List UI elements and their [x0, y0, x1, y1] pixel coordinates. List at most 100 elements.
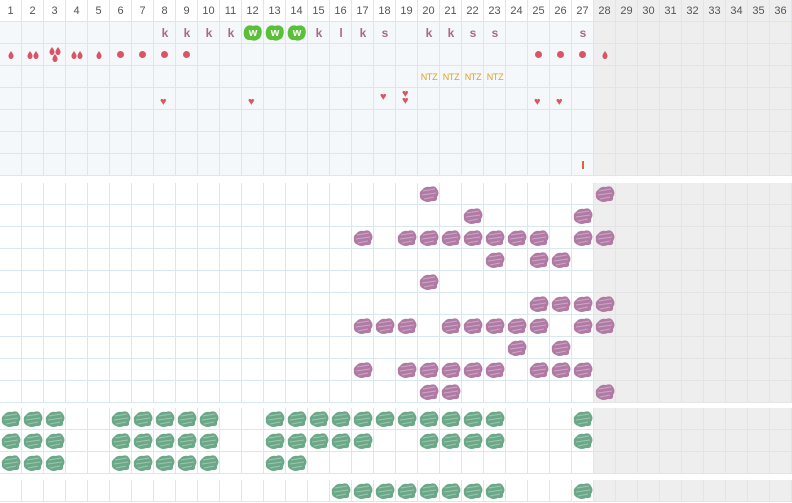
- grid-cell[interactable]: [770, 110, 792, 132]
- grid-cell[interactable]: [330, 88, 352, 110]
- grid-cell[interactable]: [352, 337, 374, 359]
- grid-cell[interactable]: [154, 359, 176, 381]
- grid-cell[interactable]: [176, 183, 198, 205]
- grid-cell[interactable]: [704, 88, 726, 110]
- grid-cell[interactable]: [572, 66, 594, 88]
- grid-cell[interactable]: [484, 110, 506, 132]
- grid-cell[interactable]: [704, 480, 726, 502]
- grid-cell[interactable]: [418, 337, 440, 359]
- grid-cell[interactable]: [638, 480, 660, 502]
- grid-cell[interactable]: [616, 183, 638, 205]
- grid-cell[interactable]: [44, 88, 66, 110]
- grid-cell[interactable]: [396, 293, 418, 315]
- scribble-mark-icon[interactable]: [595, 383, 615, 401]
- grid-cell[interactable]: [44, 66, 66, 88]
- grid-cell[interactable]: [374, 110, 396, 132]
- ntz-label[interactable]: NTZ: [418, 66, 440, 88]
- grid-cell[interactable]: [396, 66, 418, 88]
- grid-cell[interactable]: [330, 66, 352, 88]
- grid-cell[interactable]: [242, 381, 264, 403]
- grid-cell[interactable]: [484, 44, 506, 66]
- grid-cell[interactable]: [22, 293, 44, 315]
- grid-cell[interactable]: [748, 22, 770, 44]
- grid-cell[interactable]: [132, 88, 154, 110]
- grid-cell[interactable]: [374, 359, 396, 381]
- grid-cell[interactable]: [638, 249, 660, 271]
- grid-cell[interactable]: [594, 88, 616, 110]
- grid-cell[interactable]: [154, 205, 176, 227]
- grid-cell[interactable]: [88, 381, 110, 403]
- scribble-mark-icon[interactable]: [397, 229, 417, 247]
- grid-cell[interactable]: [704, 227, 726, 249]
- grid-cell[interactable]: [748, 88, 770, 110]
- grid-cell[interactable]: [220, 88, 242, 110]
- grid-cell[interactable]: [352, 452, 374, 474]
- scribble-mark-icon[interactable]: [309, 432, 329, 450]
- scribble-mark-icon[interactable]: [111, 454, 131, 472]
- grid-cell[interactable]: [220, 66, 242, 88]
- grid-cell[interactable]: [704, 154, 726, 176]
- grid-cell[interactable]: [220, 132, 242, 154]
- grid-cell[interactable]: [462, 452, 484, 474]
- grid-cell[interactable]: [132, 271, 154, 293]
- grid-cell[interactable]: [418, 249, 440, 271]
- grid-cell[interactable]: [748, 430, 770, 452]
- grid-cell[interactable]: [44, 293, 66, 315]
- grid-cell[interactable]: [22, 88, 44, 110]
- grid-cell[interactable]: [198, 337, 220, 359]
- grid-cell[interactable]: [440, 293, 462, 315]
- grid-cell[interactable]: [330, 183, 352, 205]
- grid-cell[interactable]: [132, 183, 154, 205]
- grid-cell[interactable]: [198, 88, 220, 110]
- grid-cell[interactable]: [616, 315, 638, 337]
- grid-cell[interactable]: [550, 430, 572, 452]
- grid-cell[interactable]: [682, 430, 704, 452]
- ntz-label[interactable]: NTZ: [484, 66, 506, 88]
- grid-cell[interactable]: [198, 271, 220, 293]
- grid-cell[interactable]: [616, 249, 638, 271]
- grid-cell[interactable]: [220, 154, 242, 176]
- grid-cell[interactable]: [528, 66, 550, 88]
- scribble-mark-icon[interactable]: [375, 317, 395, 335]
- grid-cell[interactable]: [440, 88, 462, 110]
- grid-cell[interactable]: [154, 154, 176, 176]
- dot-icon[interactable]: [572, 44, 594, 66]
- grid-cell[interactable]: [154, 381, 176, 403]
- grid-cell[interactable]: [594, 452, 616, 474]
- grid-cell[interactable]: [748, 381, 770, 403]
- grid-cell[interactable]: [220, 337, 242, 359]
- scribble-mark-icon[interactable]: [353, 410, 373, 428]
- grid-cell[interactable]: [616, 66, 638, 88]
- grid-cell[interactable]: [770, 132, 792, 154]
- grid-cell[interactable]: [660, 271, 682, 293]
- grid-cell[interactable]: [374, 271, 396, 293]
- scribble-mark-icon[interactable]: [397, 482, 417, 500]
- grid-cell[interactable]: [638, 66, 660, 88]
- grid-cell[interactable]: [638, 315, 660, 337]
- grid-cell[interactable]: [352, 88, 374, 110]
- grid-cell[interactable]: [682, 22, 704, 44]
- grid-cell[interactable]: [132, 66, 154, 88]
- grid-cell[interactable]: [748, 44, 770, 66]
- grid-cell[interactable]: [682, 359, 704, 381]
- grid-cell[interactable]: [286, 249, 308, 271]
- grid-cell[interactable]: [352, 44, 374, 66]
- grid-cell[interactable]: [616, 154, 638, 176]
- scribble-mark-icon[interactable]: [265, 454, 285, 472]
- scribble-mark-icon[interactable]: [1, 432, 21, 450]
- grid-cell[interactable]: [154, 315, 176, 337]
- scribble-mark-icon[interactable]: [529, 229, 549, 247]
- grid-cell[interactable]: [110, 88, 132, 110]
- scribble-mark-icon[interactable]: [199, 410, 219, 428]
- grid-cell[interactable]: [396, 271, 418, 293]
- grid-cell[interactable]: [550, 271, 572, 293]
- scribble-mark-icon[interactable]: [485, 410, 505, 428]
- grid-cell[interactable]: [726, 337, 748, 359]
- grid-cell[interactable]: [264, 44, 286, 66]
- grid-cell[interactable]: [638, 293, 660, 315]
- grid-cell[interactable]: [704, 293, 726, 315]
- grid-cell[interactable]: [0, 183, 22, 205]
- grid-cell[interactable]: [308, 359, 330, 381]
- grid-cell[interactable]: [506, 22, 528, 44]
- scribble-mark-icon[interactable]: [133, 432, 153, 450]
